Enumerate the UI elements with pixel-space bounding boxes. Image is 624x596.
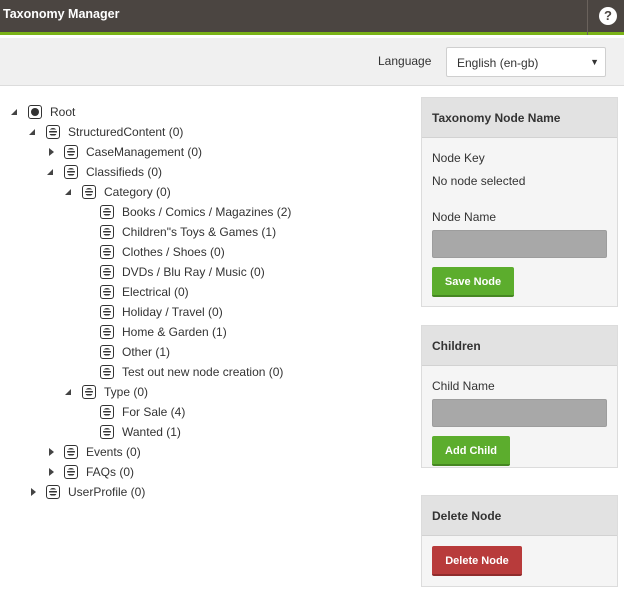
- node-icon: [100, 305, 114, 319]
- children-panel: Children Child Name Add Child: [421, 325, 618, 468]
- collapse-toggle-icon[interactable]: [64, 187, 74, 197]
- tree-node-classifieds[interactable]: Classifieds (0): [46, 162, 162, 182]
- node-icon: [100, 285, 114, 299]
- tree-node-label[interactable]: Classifieds (0): [86, 165, 162, 179]
- collapse-toggle-icon[interactable]: [46, 167, 56, 177]
- tree-node-label[interactable]: Books / Comics / Magazines (2): [122, 205, 291, 219]
- tree-node-category[interactable]: Category (0): [64, 182, 171, 202]
- node-icon: [100, 225, 114, 239]
- tree-node-label[interactable]: Wanted (1): [122, 425, 181, 439]
- tree-node-leaf[interactable]: For Sale (4): [82, 402, 185, 422]
- help-icon[interactable]: ?: [599, 7, 617, 25]
- node-name-label: Node Name: [432, 210, 497, 224]
- node-icon: [64, 165, 78, 179]
- tree-node-label[interactable]: UserProfile (0): [68, 485, 145, 499]
- tree-node-label[interactable]: StructuredContent (0): [68, 125, 183, 139]
- language-selected-value: English (en-gb): [457, 56, 539, 70]
- tree-node-leaf[interactable]: Electrical (0): [82, 282, 189, 302]
- tree-node-label[interactable]: Test out new node creation (0): [122, 365, 283, 379]
- delete-node-panel: Delete Node Delete Node: [421, 495, 618, 587]
- tree-node-events[interactable]: Events (0): [46, 442, 141, 462]
- expand-toggle-icon[interactable]: [46, 147, 56, 157]
- node-icon: [100, 325, 114, 339]
- node-icon: [100, 405, 114, 419]
- node-name-input[interactable]: [432, 230, 607, 258]
- node-icon: [100, 345, 114, 359]
- chevron-down-icon: ▼: [590, 57, 599, 67]
- save-node-button[interactable]: Save Node: [432, 267, 514, 297]
- expand-toggle-icon[interactable]: [46, 447, 56, 457]
- tree-node-label[interactable]: Other (1): [122, 345, 170, 359]
- tree-node-label[interactable]: Events (0): [86, 445, 141, 459]
- delete-node-button[interactable]: Delete Node: [432, 546, 522, 576]
- collapse-toggle-icon[interactable]: [28, 127, 38, 137]
- tree-node-leaf[interactable]: Clothes / Shoes (0): [82, 242, 225, 262]
- tree-node-casemanagement[interactable]: CaseManagement (0): [46, 142, 202, 162]
- node-icon: [46, 125, 60, 139]
- tree-node-leaf[interactable]: Wanted (1): [82, 422, 181, 442]
- node-icon: [100, 425, 114, 439]
- tree-node-label[interactable]: CaseManagement (0): [86, 145, 202, 159]
- tree-node-label[interactable]: Holiday / Travel (0): [122, 305, 223, 319]
- tree-node-label[interactable]: FAQs (0): [86, 465, 134, 479]
- add-child-button[interactable]: Add Child: [432, 436, 510, 466]
- tree-node-leaf[interactable]: Children"s Toys & Games (1): [82, 222, 276, 242]
- tree-node-label[interactable]: Root: [50, 105, 75, 119]
- expand-toggle-icon[interactable]: [28, 487, 38, 497]
- tree-node-root[interactable]: Root: [10, 102, 75, 122]
- language-label: Language: [378, 54, 432, 68]
- node-icon: [82, 185, 96, 199]
- tree-node-structuredcontent[interactable]: StructuredContent (0): [28, 122, 183, 142]
- root-node-icon: [28, 105, 42, 119]
- delete-panel-heading: Delete Node: [422, 496, 617, 536]
- tree-node-type[interactable]: Type (0): [64, 382, 148, 402]
- node-icon: [82, 385, 96, 399]
- tree-node-label[interactable]: Clothes / Shoes (0): [122, 245, 225, 259]
- child-name-label: Child Name: [432, 379, 495, 393]
- tree-node-label[interactable]: For Sale (4): [122, 405, 185, 419]
- tree-node-label[interactable]: Electrical (0): [122, 285, 189, 299]
- tree-node-label[interactable]: DVDs / Blu Ray / Music (0): [122, 265, 265, 279]
- tree-node-leaf[interactable]: Test out new node creation (0): [82, 362, 283, 382]
- tree-node-leaf[interactable]: Holiday / Travel (0): [82, 302, 223, 322]
- expand-toggle-icon[interactable]: [46, 467, 56, 477]
- node-icon: [100, 245, 114, 259]
- node-panel-heading: Taxonomy Node Name: [422, 98, 617, 138]
- tree-node-leaf[interactable]: Other (1): [82, 342, 170, 362]
- tree-node-label[interactable]: Category (0): [104, 185, 171, 199]
- tree-node-leaf[interactable]: DVDs / Blu Ray / Music (0): [82, 262, 265, 282]
- node-icon: [64, 145, 78, 159]
- collapse-toggle-icon[interactable]: [10, 107, 20, 117]
- children-panel-heading: Children: [422, 326, 617, 366]
- node-icon: [46, 485, 60, 499]
- node-icon: [100, 265, 114, 279]
- node-icon: [100, 365, 114, 379]
- tree-node-leaf[interactable]: Books / Comics / Magazines (2): [82, 202, 291, 222]
- language-select[interactable]: English (en-gb) ▼: [446, 47, 606, 77]
- node-icon: [64, 445, 78, 459]
- title-separator: [587, 0, 588, 35]
- tree-node-label[interactable]: Home & Garden (1): [122, 325, 227, 339]
- app-title: Taxonomy Manager: [3, 7, 120, 21]
- tree-node-leaf[interactable]: Home & Garden (1): [82, 322, 227, 342]
- node-details-panel: Taxonomy Node Name Node Key No node sele…: [421, 97, 618, 307]
- title-bar: Taxonomy Manager ?: [0, 0, 624, 35]
- node-icon: [100, 205, 114, 219]
- node-key-value: No node selected: [432, 174, 526, 188]
- node-icon: [64, 465, 78, 479]
- tree-node-label[interactable]: Type (0): [104, 385, 148, 399]
- tree-node-faqs[interactable]: FAQs (0): [46, 462, 134, 482]
- language-bar: Language English (en-gb) ▼: [0, 38, 624, 86]
- tree-node-userprofile[interactable]: UserProfile (0): [28, 482, 145, 502]
- child-name-input[interactable]: [432, 399, 607, 427]
- collapse-toggle-icon[interactable]: [64, 387, 74, 397]
- node-key-label: Node Key: [432, 151, 485, 165]
- tree-node-label[interactable]: Children"s Toys & Games (1): [122, 225, 276, 239]
